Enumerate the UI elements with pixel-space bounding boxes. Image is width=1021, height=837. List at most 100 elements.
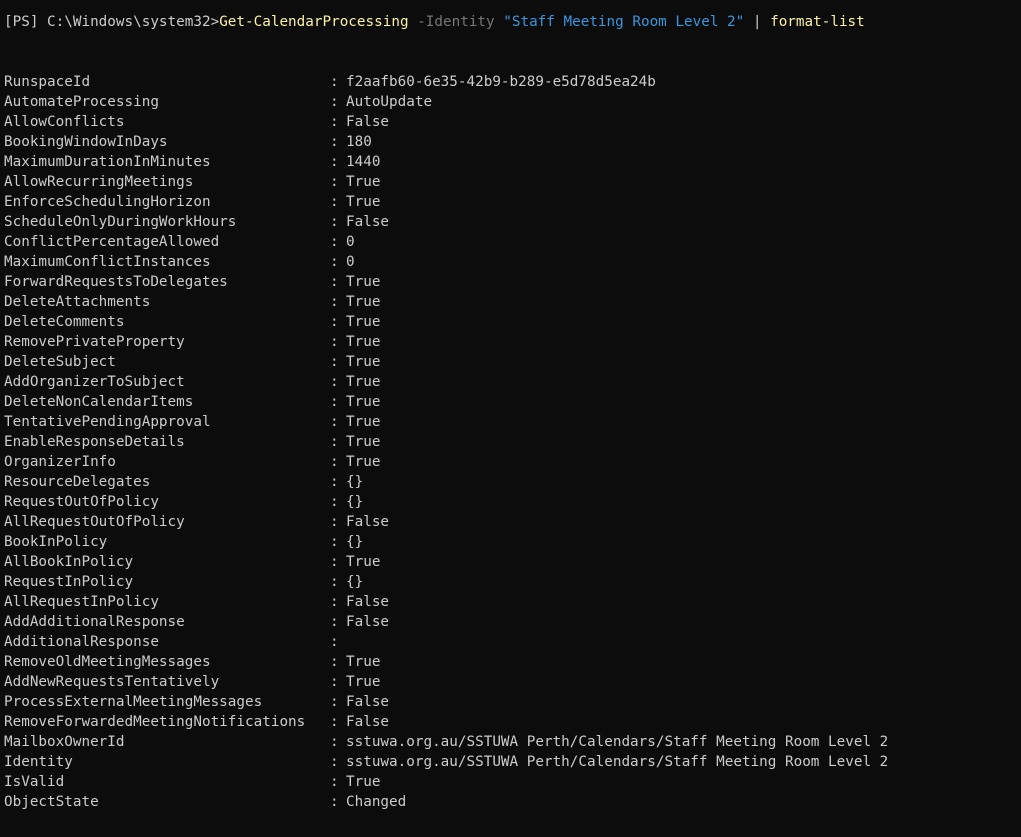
property-value: sstuwa.org.au/SSTUWA Perth/Calendars/Sta… [346,754,889,770]
property-value: True [346,774,381,790]
property-value: False [346,714,390,730]
property-separator: : [330,494,339,510]
property-separator: : [330,534,339,550]
property-name: ResourceDelegates [4,474,151,490]
property-value: AutoUpdate [346,94,433,110]
property-separator: : [330,254,339,270]
property-value: True [346,334,381,350]
property-separator: : [330,594,339,610]
property-name: ProcessExternalMeetingMessages [4,694,263,710]
property-name: DeleteAttachments [4,294,151,310]
property-name: TentativePendingApproval [4,414,211,430]
property-value: False [346,214,390,230]
property-value: True [346,294,381,310]
property-separator: : [330,514,339,530]
pipe-command: format-list [770,14,865,30]
property-name: AddOrganizerToSubject [4,374,185,390]
property-name: RemovePrivateProperty [4,334,185,350]
property-separator: : [330,194,339,210]
property-value: True [346,374,381,390]
property-name: DeleteNonCalendarItems [4,394,194,410]
property-value: False [346,694,390,710]
property-name: RemoveOldMeetingMessages [4,654,211,670]
property-value: f2aafb60-6e35-42b9-b289-e5d78d5ea24b [346,74,656,90]
property-name: Identity [4,754,73,770]
property-separator: : [330,794,339,810]
property-name: MailboxOwnerId [4,734,125,750]
property-value: {} [346,474,364,490]
property-separator: : [330,274,339,290]
property-separator: : [330,154,339,170]
property-name: ScheduleOnlyDuringWorkHours [4,214,237,230]
property-value: 1440 [346,154,381,170]
property-separator: : [330,374,339,390]
property-value: {} [346,534,364,550]
property-value: False [346,594,390,610]
property-name: MaximumConflictInstances [4,254,211,270]
property-value: True [346,674,381,690]
property-name: BookingWindowInDays [4,134,168,150]
property-separator: : [330,754,339,770]
property-name: RunspaceId [4,74,91,90]
property-value: False [346,514,390,530]
property-name: IsValid [4,774,65,790]
property-value: sstuwa.org.au/SSTUWA Perth/Calendars/Sta… [346,734,889,750]
property-separator: : [330,434,339,450]
property-name: ObjectState [4,794,99,810]
property-name: ConflictPercentageAllowed [4,234,220,250]
property-name: EnforceSchedulingHorizon [4,194,211,210]
property-value: Changed [346,794,407,810]
property-name: AllowRecurringMeetings [4,174,194,190]
property-name: DeleteComments [4,314,125,330]
property-name: AddAdditionalResponse [4,614,185,630]
property-separator: : [330,634,339,650]
property-name: AllRequestOutOfPolicy [4,514,185,530]
property-name: AdditionalResponse [4,634,159,650]
property-value: True [346,554,381,570]
property-value: True [346,414,381,430]
property-value: True [346,314,381,330]
property-name: DeleteSubject [4,354,116,370]
cmdlet-name: Get-CalendarProcessing [219,14,409,30]
property-separator: : [330,694,339,710]
property-separator: : [330,314,339,330]
property-separator: : [330,614,339,630]
property-value: 0 [346,234,355,250]
property-name: AllRequestInPolicy [4,594,159,610]
property-separator: : [330,414,339,430]
property-name: ForwardRequestsToDelegates [4,274,228,290]
property-separator: : [330,214,339,230]
property-value: True [346,654,381,670]
property-name: RequestInPolicy [4,574,134,590]
property-separator: : [330,334,339,350]
command-line: [PS] C:\Windows\system32>Get-CalendarPro… [4,12,865,32]
property-value: False [346,114,390,130]
pipe-operator: | [752,14,762,30]
property-separator: : [330,234,339,250]
property-separator: : [330,114,339,130]
property-name: AllBookInPolicy [4,554,134,570]
property-name: AllowConflicts [4,114,125,130]
property-separator: : [330,174,339,190]
property-value: False [346,614,390,630]
property-name: BookInPolicy [4,534,108,550]
property-value: True [346,454,381,470]
property-value: 180 [346,134,372,150]
property-name: RemoveForwardedMeetingNotifications [4,714,306,730]
property-value: True [346,174,381,190]
property-name: MaximumDurationInMinutes [4,154,211,170]
property-separator: : [330,354,339,370]
property-value: True [346,434,381,450]
property-separator: : [330,714,339,730]
powershell-console[interactable]: [PS] C:\Windows\system32>Get-CalendarPro… [0,0,1021,837]
property-separator: : [330,554,339,570]
property-name: OrganizerInfo [4,454,116,470]
property-value: {} [346,494,364,510]
property-value: 0 [346,254,355,270]
parameter-value: "Staff Meeting Room Level 2" [503,14,745,30]
property-value: {} [346,574,364,590]
property-separator: : [330,654,339,670]
property-separator: : [330,674,339,690]
property-separator: : [330,74,339,90]
property-separator: : [330,774,339,790]
